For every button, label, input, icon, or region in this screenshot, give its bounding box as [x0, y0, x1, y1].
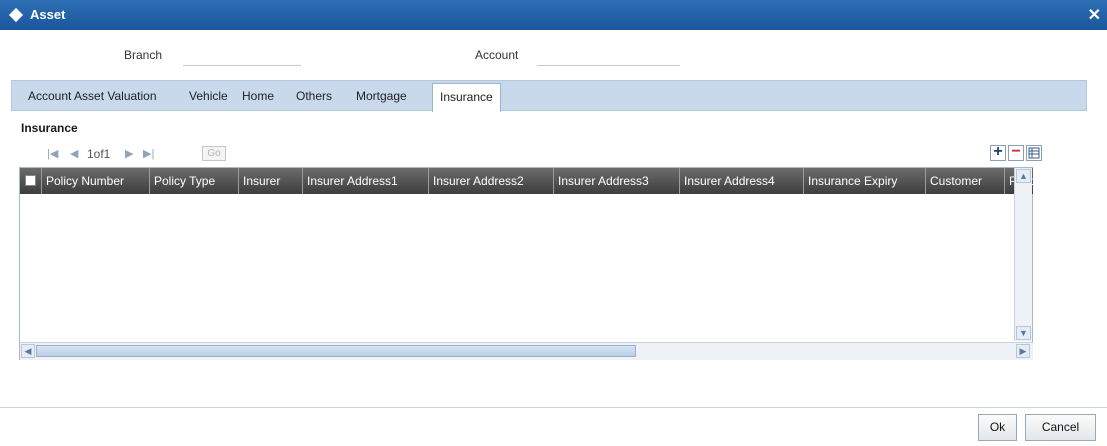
tab-mortgage[interactable]: Mortgage	[356, 89, 407, 103]
col-insurer[interactable]: Insurer	[239, 168, 303, 194]
col-policy-type[interactable]: Policy Type	[150, 168, 239, 194]
page-indicator: 1of1	[87, 147, 111, 161]
cancel-button[interactable]: Cancel	[1025, 414, 1096, 441]
title-bar: Asset ✕	[0, 0, 1107, 30]
account-label: Account	[475, 48, 519, 62]
view-details-button[interactable]	[1026, 145, 1042, 161]
col-customer[interactable]: Customer	[926, 168, 1005, 194]
grid-header: Policy Number Policy Type Insurer Insure…	[20, 168, 1033, 194]
col-insurer-address3[interactable]: Insurer Address3	[554, 168, 680, 194]
minus-icon: −	[1011, 143, 1021, 160]
tab-insurance[interactable]: Insurance	[432, 83, 501, 112]
window-diamond-icon	[8, 7, 24, 23]
col-insurer-address1[interactable]: Insurer Address1	[303, 168, 429, 194]
col-insurer-address4[interactable]: Insurer Address4	[680, 168, 804, 194]
window-title: Asset	[30, 7, 66, 22]
vertical-scrollbar[interactable]: ▲ ▼	[1014, 168, 1032, 341]
plus-icon: +	[993, 143, 1003, 160]
select-all-checkbox[interactable]	[25, 175, 36, 186]
select-all-cell	[20, 168, 42, 194]
ok-button[interactable]: Ok	[978, 414, 1017, 441]
tab-strip: Account Asset Valuation Vehicle Home Oth…	[11, 80, 1087, 112]
add-row-button[interactable]: +	[990, 143, 1006, 161]
close-icon[interactable]: ✕	[1088, 5, 1101, 25]
branch-label: Branch	[124, 48, 163, 62]
delete-row-button[interactable]: −	[1008, 143, 1024, 161]
last-page-icon[interactable]: ▶|	[143, 147, 154, 160]
tab-others[interactable]: Others	[296, 89, 332, 103]
account-field[interactable]	[537, 65, 680, 66]
footer-divider	[0, 407, 1107, 408]
col-insurance-expiry[interactable]: Insurance Expiry	[804, 168, 926, 194]
tab-home[interactable]: Home	[242, 89, 274, 103]
scroll-up-icon[interactable]: ▲	[1016, 169, 1031, 183]
col-insurer-address2[interactable]: Insurer Address2	[429, 168, 554, 194]
tab-vehicle[interactable]: Vehicle	[189, 89, 228, 103]
list-view-icon	[1028, 147, 1040, 159]
next-page-icon[interactable]: ▶	[125, 147, 133, 160]
col-policy-number[interactable]: Policy Number	[42, 168, 150, 194]
branch-field[interactable]	[183, 65, 301, 66]
horizontal-scroll-thumb[interactable]	[36, 345, 636, 357]
section-title: Insurance	[21, 121, 78, 135]
previous-page-icon[interactable]: ◀	[70, 147, 78, 160]
go-button[interactable]: Go	[202, 146, 226, 161]
scroll-right-icon[interactable]: ▶	[1016, 344, 1030, 358]
scroll-down-icon[interactable]: ▼	[1016, 326, 1031, 340]
horizontal-scrollbar[interactable]: ◀ ▶	[20, 342, 1033, 360]
tab-account-asset-valuation[interactable]: Account Asset Valuation	[28, 89, 157, 103]
insurance-grid: Policy Number Policy Type Insurer Insure…	[19, 167, 1033, 360]
first-page-icon[interactable]: |◀	[47, 147, 58, 160]
scroll-left-icon[interactable]: ◀	[21, 344, 35, 358]
